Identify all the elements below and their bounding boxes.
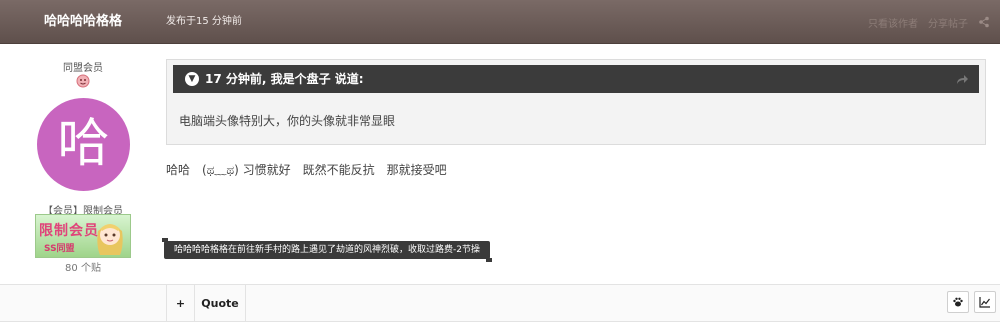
multiquote-add-button[interactable]: + [166, 285, 194, 322]
rank-pip-icon [76, 74, 90, 88]
quote-block: ▼ 17 分钟前, 我是个盘子 说道: 电脑端头像特别大，你的头像就非常显眼 [166, 59, 986, 145]
posted-time[interactable]: 发布于15 分钟前 [166, 0, 242, 44]
share-post-link[interactable]: 分享帖子 [928, 15, 968, 30]
author-only-link[interactable]: 只看该作者 [868, 15, 918, 30]
post-content: 哈哈 (ಥ﹏ಥ) 习惯就好 既然不能反抗 那就接受吧 [166, 163, 447, 177]
badge-subtitle: SS同盟 [44, 244, 75, 254]
post-count: 80 个贴 [65, 263, 101, 274]
event-notice: 哈哈哈哈格格在前往新手村的路上遇见了劫道的风神烈破，收取过路费-2节操 [162, 238, 492, 262]
stats-button[interactable] [974, 291, 996, 313]
quote-body: 电脑端头像特别大，你的头像就非常显眼 [179, 114, 396, 128]
header-links: 只看该作者 分享帖子 [868, 0, 990, 44]
post-footer: + Quote [0, 284, 1000, 322]
quote-link-icon[interactable] [955, 72, 969, 86]
member-title: 同盟会员 [63, 63, 103, 74]
chart-icon [979, 297, 990, 308]
quote-header[interactable]: ▼ 17 分钟前, 我是个盘子 说道: [173, 65, 979, 93]
anime-girl-icon [97, 224, 123, 255]
badge-title: 限制会员 [39, 223, 99, 239]
author-name[interactable]: 哈哈哈哈格格 [0, 0, 166, 44]
reaction-button[interactable] [947, 291, 969, 313]
paw-icon [953, 297, 963, 307]
share-icon[interactable] [978, 16, 990, 28]
quote-button[interactable]: Quote [194, 285, 246, 322]
avatar[interactable]: 哈 [37, 98, 130, 191]
member-group-badge: 限制会员 SS同盟 [35, 214, 131, 258]
author-profile: 同盟会员 哈 【会员】限制会员 限制会员 SS同盟 80 个贴 [0, 44, 166, 284]
post-header: 哈哈哈哈格格 发布于15 分钟前 只看该作者 分享帖子 [0, 0, 1000, 44]
chevron-down-icon[interactable]: ▼ [185, 72, 199, 86]
quote-header-text: 17 分钟前, 我是个盘子 说道: [205, 72, 364, 86]
